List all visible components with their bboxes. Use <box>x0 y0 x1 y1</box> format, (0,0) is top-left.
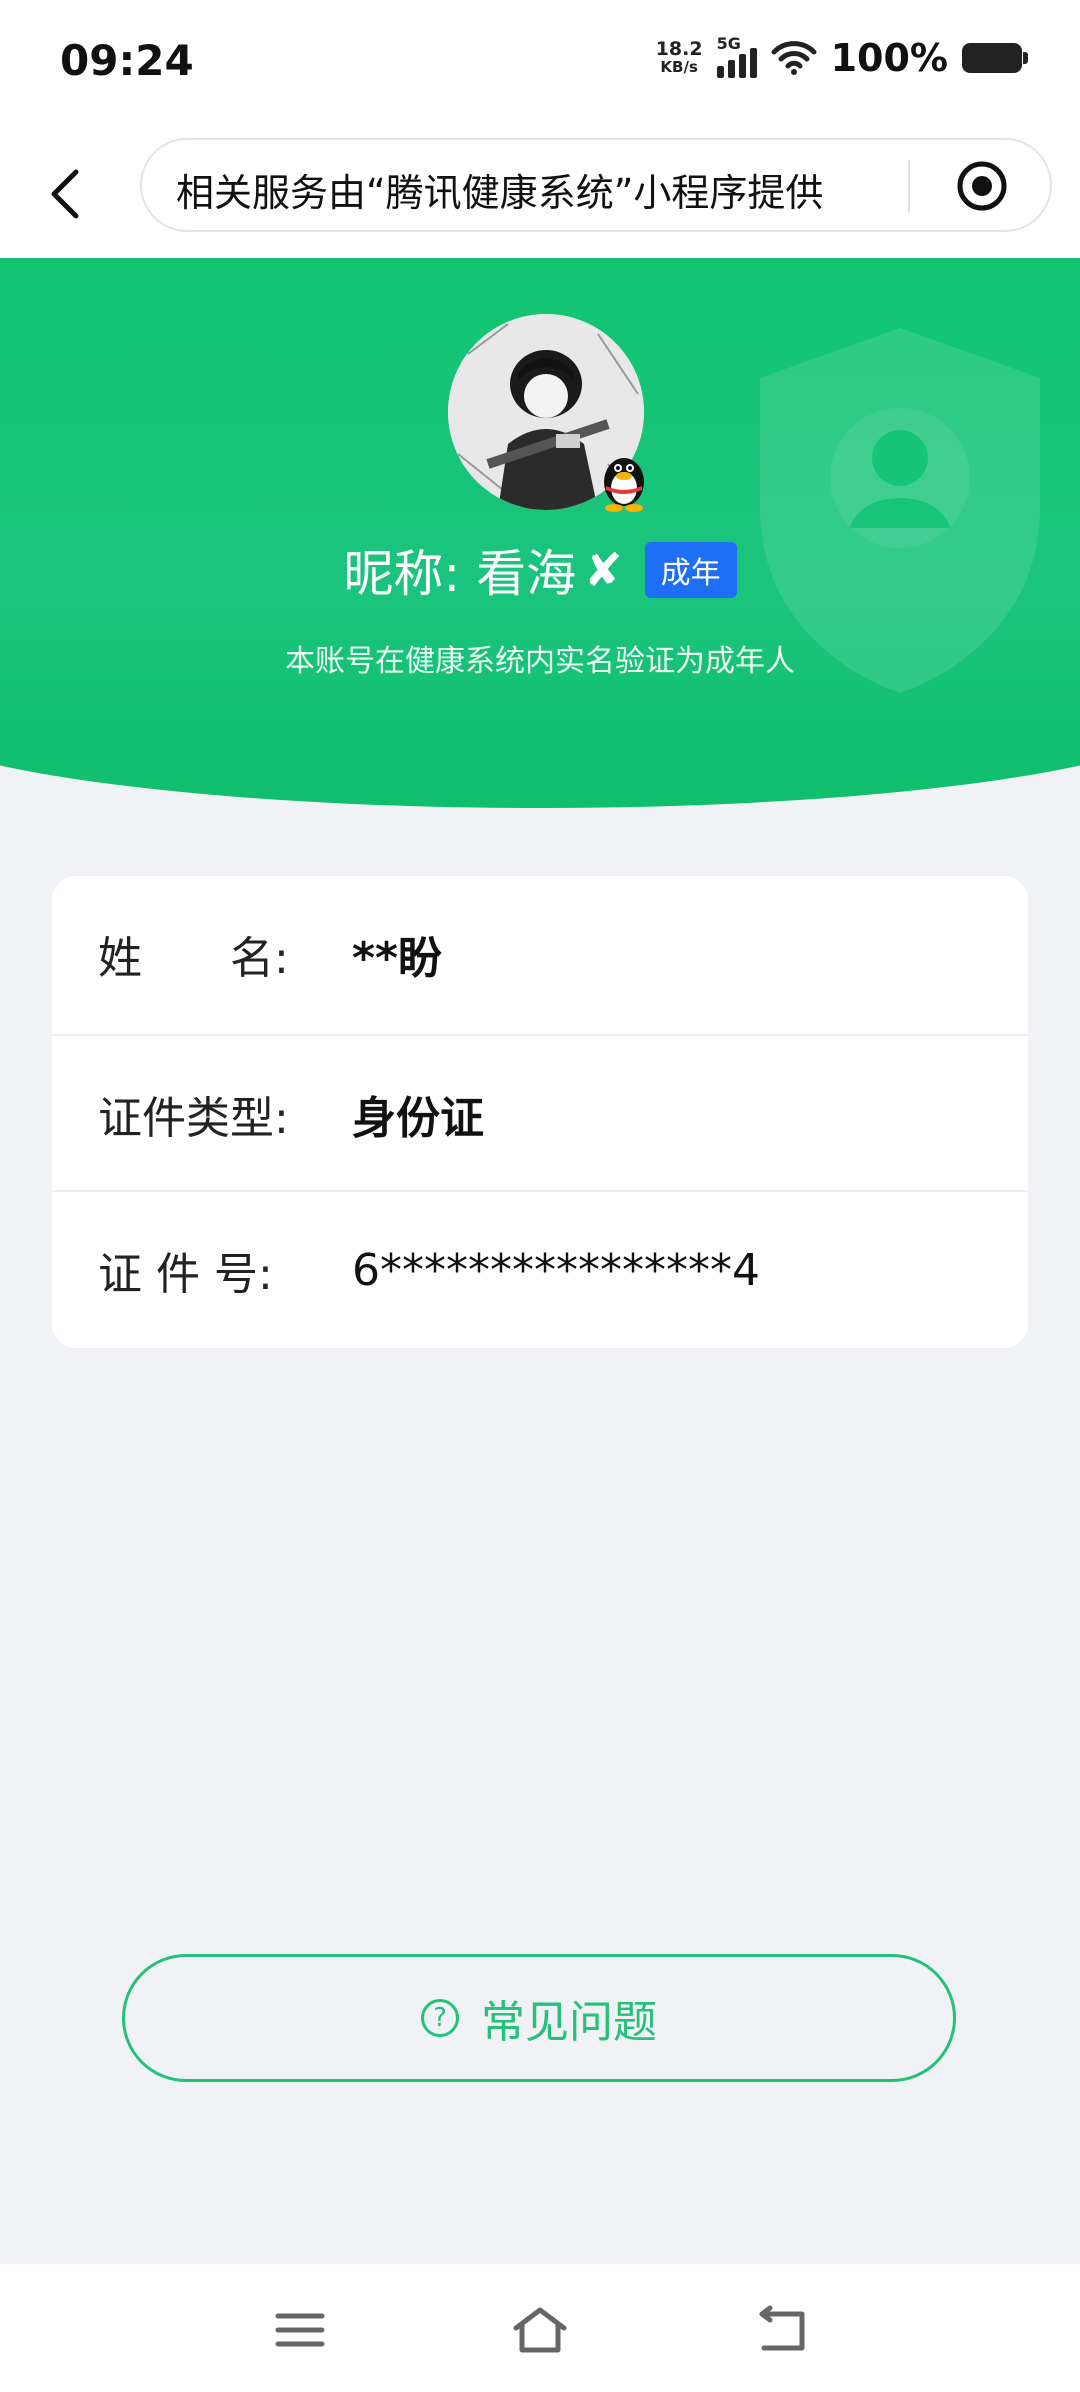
nav-bar: 相关服务由“腾讯健康系统”小程序提供 <box>0 130 1080 258</box>
info-label: 证 件 号: <box>98 1249 273 1300</box>
adult-badge: 成年 <box>644 542 737 598</box>
back-icon[interactable] <box>752 2304 812 2356</box>
battery-icon <box>962 43 1028 73</box>
info-value: 6****************4 <box>352 1244 760 1296</box>
faq-button[interactable]: ? 常见问题 <box>122 1954 956 2082</box>
info-row-id-type: 证件类型: 身份证 <box>52 1034 1028 1192</box>
signal-icon: 5G <box>716 34 757 78</box>
menu-icon[interactable] <box>270 2304 330 2356</box>
info-value: **盼 <box>352 933 443 984</box>
profile-header: 昵称: 看海 ✘ 成年 本账号在健康系统内实名验证为成年人 <box>0 258 1080 818</box>
home-icon[interactable] <box>510 2304 570 2356</box>
verification-note: 本账号在健康系统内实名验证为成年人 <box>285 644 795 679</box>
nav-title: 相关服务由“腾讯健康系统”小程序提供 <box>176 171 824 215</box>
battery-percent: 100% <box>830 36 948 80</box>
status-bar: 09:24 18.2 KB/s 5G 100% <box>0 0 1080 130</box>
status-icons: 18.2 KB/s 5G 100% <box>655 34 1028 80</box>
faq-label: 常见问题 <box>481 1997 657 2048</box>
nickname: 昵称: 看海 <box>343 545 577 603</box>
net-speed-unit: KB/s <box>660 58 698 76</box>
net-speed: 18.2 KB/s <box>655 38 703 77</box>
mini-program-capsule: 相关服务由“腾讯健康系统”小程序提供 <box>140 138 1052 232</box>
info-label: 证件类型: <box>98 1093 289 1144</box>
target-icon[interactable] <box>956 160 1008 212</box>
network-type: 5G <box>716 34 741 53</box>
qq-penguin-icon <box>604 458 644 512</box>
nickname-row: 昵称: 看海 ✘ 成年 <box>0 534 1080 606</box>
capsule-divider <box>908 160 910 212</box>
info-row-id-number: 证 件 号: 6****************4 <box>52 1190 1028 1348</box>
net-speed-value: 18.2 <box>655 38 703 60</box>
identity-card: 姓 名: **盼 证件类型: 身份证 证 件 号: 6*************… <box>52 876 1028 1348</box>
chevron-left-icon[interactable] <box>40 156 100 228</box>
info-label: 姓 名: <box>98 933 289 984</box>
info-row-name: 姓 名: **盼 <box>52 876 1028 1032</box>
info-value: 身份证 <box>352 1093 484 1144</box>
verified-mark: ✘ <box>584 543 623 597</box>
status-time: 09:24 <box>60 36 194 85</box>
system-nav-bar <box>0 2264 1080 2392</box>
question-circle-icon: ? <box>421 1999 459 2037</box>
wifi-icon <box>771 41 817 75</box>
